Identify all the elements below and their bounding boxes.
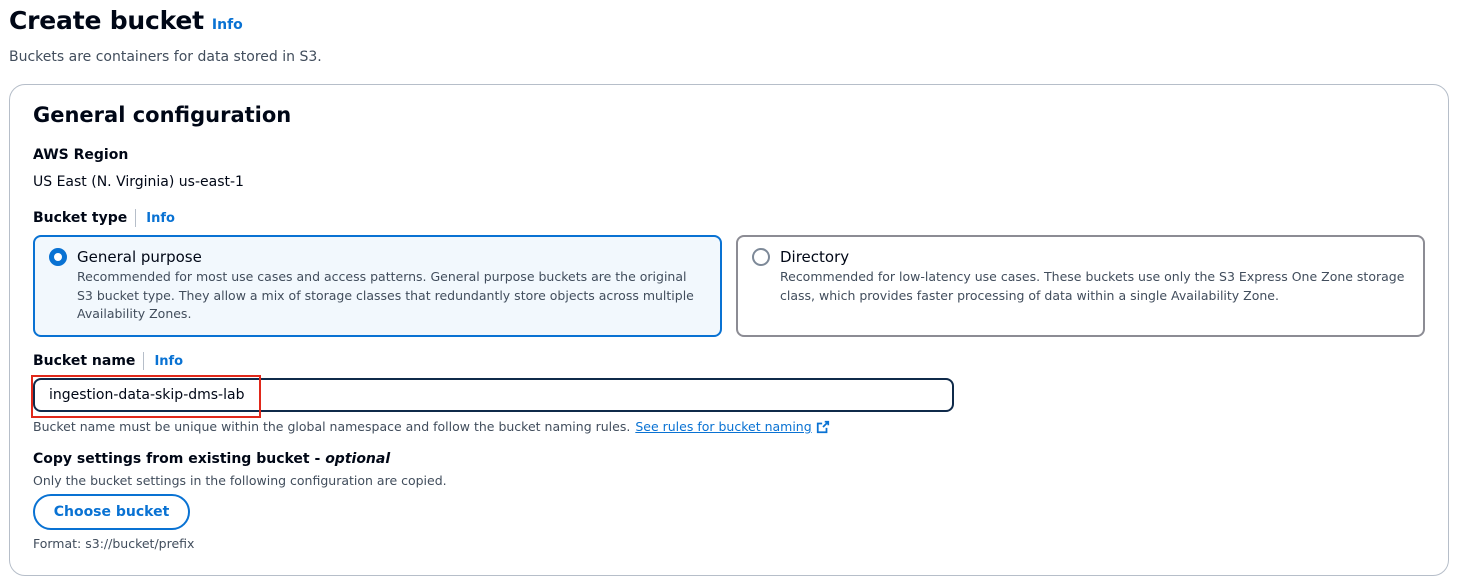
naming-rules-link[interactable]: See rules for bucket naming <box>635 419 811 434</box>
page-info-link[interactable]: Info <box>212 17 243 33</box>
tile-header: General purpose <box>49 248 706 266</box>
tile-title: General purpose <box>77 248 202 266</box>
radio-selected-icon[interactable] <box>49 248 67 266</box>
page-title-row: Create bucket Info <box>9 6 322 35</box>
copy-settings-label: Copy settings from existing bucket - opt… <box>33 451 390 467</box>
tile-title: Directory <box>780 248 850 266</box>
bucket-type-label-text: Bucket type <box>33 210 128 226</box>
tile-description: Recommended for low-latency use cases. T… <box>780 269 1405 303</box>
choose-bucket-button[interactable]: Choose bucket <box>33 494 190 530</box>
bucket-name-info-link[interactable]: Info <box>154 354 183 369</box>
tile-header: Directory <box>752 248 1409 266</box>
optional-label: optional <box>325 451 391 467</box>
label-divider <box>135 209 137 227</box>
bucket-type-general-purpose-tile[interactable]: General purpose Recommended for most use… <box>33 235 722 337</box>
label-divider <box>143 352 145 370</box>
tile-description: Recommended for most use cases and acces… <box>77 269 694 321</box>
copy-settings-label-text: Copy settings from existing bucket - <box>33 451 326 467</box>
bucket-name-label-text: Bucket name <box>33 353 136 369</box>
region-value: US East (N. Virginia) us-east-1 <box>33 174 244 190</box>
bucket-type-info-link[interactable]: Info <box>146 211 175 226</box>
page-title: Create bucket <box>9 6 204 35</box>
bucket-type-directory-tile[interactable]: Directory Recommended for low-latency us… <box>736 235 1425 337</box>
format-hint: Format: s3://bucket/prefix <box>33 536 195 551</box>
region-label: AWS Region <box>33 147 129 163</box>
bucket-type-label: Bucket type Info <box>33 209 175 227</box>
page-header: Create bucket Info Buckets are container… <box>9 6 322 65</box>
general-configuration-panel: General configuration AWS Region US East… <box>9 84 1449 576</box>
copy-settings-description: Only the bucket settings in the followin… <box>33 473 447 488</box>
bucket-name-input[interactable] <box>33 378 954 412</box>
external-link-icon[interactable] <box>816 420 830 434</box>
radio-unselected-icon[interactable] <box>752 248 770 266</box>
section-title: General configuration <box>33 103 292 127</box>
bucket-name-label: Bucket name Info <box>33 352 183 370</box>
constraint-text: Bucket name must be unique within the gl… <box>33 419 631 434</box>
bucket-name-constraint: Bucket name must be unique within the gl… <box>33 419 830 434</box>
page-description: Buckets are containers for data stored i… <box>9 49 322 65</box>
